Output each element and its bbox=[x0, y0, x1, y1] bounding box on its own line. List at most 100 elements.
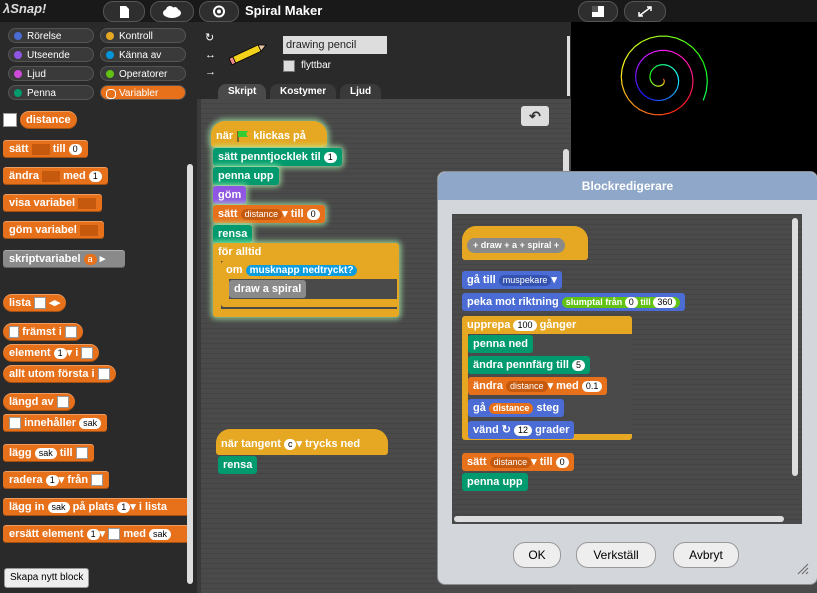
point-in-direction-block[interactable]: peka mot riktning slumptal från 0 till 3… bbox=[462, 293, 686, 311]
draggable-checkbox[interactable] bbox=[283, 60, 295, 72]
change-pen-color-block[interactable]: ändra pennfärg till 5 bbox=[468, 356, 591, 374]
dropdown-icon[interactable]: ▾ bbox=[296, 438, 302, 450]
category-sound[interactable]: Ljud bbox=[8, 66, 94, 81]
list-slot[interactable] bbox=[64, 326, 77, 339]
repeat-block[interactable]: upprepa 100 gånger penna ned ändra pennf… bbox=[462, 316, 632, 440]
mouse-down-predicate[interactable]: musknapp nedtryckt? bbox=[245, 264, 358, 276]
move-block[interactable]: gå distance steg bbox=[468, 399, 565, 417]
editor-vscrollbar[interactable] bbox=[792, 218, 798, 476]
tab-costumes[interactable]: Kostymer bbox=[270, 84, 337, 100]
corner-scrollbar[interactable] bbox=[567, 36, 570, 96]
dropdown-icon[interactable]: ▾ bbox=[59, 474, 65, 486]
list-slot[interactable] bbox=[9, 417, 21, 430]
length-of-reporter[interactable]: längd av bbox=[3, 393, 75, 411]
list-slot[interactable] bbox=[56, 396, 69, 409]
draw-a-spiral-call-block[interactable]: draw a spiral bbox=[229, 280, 307, 298]
add-to-list-block[interactable]: lägg sak till bbox=[3, 444, 94, 462]
replace-item-block[interactable]: ersätt element 1 ▾ med sak bbox=[3, 525, 189, 543]
forever-block[interactable]: för alltid om musknapp nedtryckt? draw a… bbox=[213, 243, 399, 317]
make-block-button[interactable]: Skapa nytt block bbox=[4, 568, 90, 588]
script-variables-block[interactable]: skriptvariabel a ▸ bbox=[3, 250, 125, 268]
list-slot[interactable] bbox=[75, 447, 88, 460]
set-distance-block[interactable]: sätt distance ▾ till 0 bbox=[213, 205, 325, 223]
category-pen[interactable]: Penna bbox=[8, 85, 94, 100]
var-dropdown[interactable] bbox=[78, 197, 97, 209]
list-reporter[interactable]: lista ◂▸ bbox=[3, 294, 67, 312]
change-distance-block[interactable]: ändra distance ▾ med 0.1 bbox=[468, 377, 608, 395]
hide-var-block[interactable]: göm variabel bbox=[3, 221, 104, 239]
var-dropdown[interactable] bbox=[79, 224, 98, 236]
category-variables[interactable]: Variabler bbox=[100, 85, 186, 100]
var-dropdown[interactable] bbox=[31, 143, 50, 155]
random-reporter[interactable]: slumptal från 0 till 360 bbox=[561, 296, 681, 308]
change-var-block[interactable]: ändra med 1 bbox=[3, 167, 108, 185]
delete-from-list-block[interactable]: radera 1 ▾ från bbox=[3, 471, 110, 489]
var-distance-reporter[interactable]: distance bbox=[20, 111, 77, 129]
clear-block-2[interactable]: rensa bbox=[218, 456, 258, 474]
turn-block[interactable]: vänd ↻ 12 grader bbox=[468, 421, 575, 439]
front-in-reporter[interactable]: främst i bbox=[3, 323, 83, 341]
cancel-button[interactable]: Avbryt bbox=[673, 542, 739, 568]
dialog-title[interactable]: Blockredigerare bbox=[438, 172, 817, 200]
palette-scrollbar[interactable] bbox=[187, 164, 193, 584]
stage-size-button[interactable] bbox=[578, 1, 618, 22]
set-var-block[interactable]: sätt till 0 bbox=[3, 140, 88, 158]
sprite-name-field[interactable]: drawing pencil bbox=[283, 36, 387, 54]
category-motion[interactable]: Rörelse bbox=[8, 28, 94, 43]
apply-button[interactable]: Verkställ bbox=[576, 542, 656, 568]
tab-sounds[interactable]: Ljud bbox=[340, 84, 382, 100]
list-slot[interactable] bbox=[81, 347, 94, 360]
stage[interactable] bbox=[571, 22, 817, 192]
category-looks[interactable]: Utseende bbox=[8, 47, 94, 62]
show-var-block[interactable]: visa variabel bbox=[3, 194, 103, 212]
set-value-slot[interactable]: 0 bbox=[68, 143, 82, 155]
editor-hscrollbar[interactable] bbox=[454, 516, 784, 522]
dropdown-icon[interactable]: ▾ bbox=[67, 347, 73, 359]
go-to-block[interactable]: gå till muspekare ▾ bbox=[462, 271, 562, 289]
rotation-style-icons[interactable]: ↻ ↔ → bbox=[205, 30, 216, 81]
prototype-block[interactable]: + draw + a + spiral + bbox=[467, 237, 566, 253]
category-control[interactable]: Kontroll bbox=[100, 28, 186, 43]
item-of-reporter[interactable]: element 1 ▾ i bbox=[3, 344, 100, 362]
category-operators[interactable]: Operatorer bbox=[100, 66, 186, 81]
arrows-icon[interactable]: ◂▸ bbox=[49, 297, 60, 309]
file-button[interactable] bbox=[103, 1, 145, 22]
list-slot[interactable] bbox=[108, 528, 121, 541]
clear-block[interactable]: rensa bbox=[213, 225, 253, 243]
change-value-slot[interactable]: 1 bbox=[88, 170, 102, 182]
dropdown-icon[interactable]: ▾ bbox=[548, 380, 554, 392]
tab-scripts[interactable]: Skript bbox=[218, 84, 267, 100]
undo-button[interactable]: ↶ bbox=[521, 106, 549, 126]
dropdown-icon[interactable]: ▾ bbox=[282, 208, 288, 220]
snap-logo[interactable]: λSnap! bbox=[3, 1, 46, 16]
cloud-button[interactable] bbox=[150, 1, 194, 22]
all-but-first-reporter[interactable]: allt utom första i bbox=[3, 365, 116, 383]
block-editor-scripts[interactable]: + draw + a + spiral + gå till muspekare ▾… bbox=[452, 214, 802, 524]
pen-up-block-2[interactable]: penna upp bbox=[462, 473, 528, 491]
list-slot[interactable] bbox=[97, 368, 110, 381]
pen-up-block[interactable]: penna upp bbox=[213, 167, 279, 185]
settings-button[interactable] bbox=[199, 1, 239, 22]
dropdown-icon[interactable]: ▾ bbox=[531, 456, 537, 468]
ok-button[interactable]: OK bbox=[513, 542, 561, 568]
presentation-mode-button[interactable] bbox=[624, 1, 666, 22]
if-block[interactable]: om musknapp nedtryckt? draw a spiral bbox=[221, 261, 399, 307]
dropdown-icon[interactable]: ▾ bbox=[130, 501, 136, 513]
list-slot[interactable] bbox=[91, 474, 104, 487]
hide-block[interactable]: göm bbox=[213, 186, 247, 204]
set-distance-block-2[interactable]: sätt distance ▾ till 0 bbox=[462, 453, 574, 471]
arrow-right-icon[interactable]: ▸ bbox=[100, 253, 106, 265]
when-flag-clicked-hat[interactable]: när klickas på bbox=[211, 121, 327, 147]
var-dropdown[interactable] bbox=[42, 170, 61, 182]
resize-handle-icon[interactable] bbox=[794, 560, 810, 576]
category-sensing[interactable]: Känna av bbox=[100, 47, 186, 62]
when-key-pressed-hat[interactable]: när tangent c ▾ trycks ned bbox=[216, 429, 388, 455]
dropdown-icon[interactable]: ▾ bbox=[551, 274, 557, 286]
insert-in-list-block[interactable]: lägg in sak på plats 1 ▾ i lista bbox=[3, 498, 189, 516]
list-slot[interactable] bbox=[34, 297, 47, 310]
var-checkbox[interactable] bbox=[3, 113, 17, 127]
contains-predicate[interactable]: innehåller sak bbox=[3, 414, 108, 432]
block-editor-dialog[interactable]: Blockredigerare + draw + a + spiral + gå… bbox=[437, 171, 817, 585]
set-pen-size-block[interactable]: sätt penntjocklek til 1 bbox=[213, 148, 342, 166]
pen-down-block[interactable]: penna ned bbox=[468, 335, 534, 353]
